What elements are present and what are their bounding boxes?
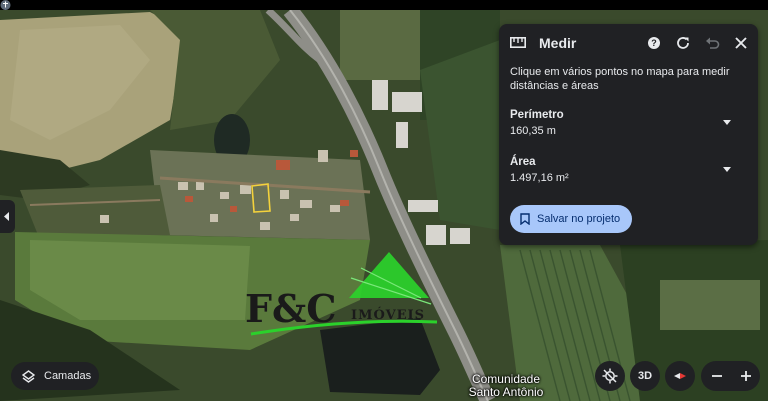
perimeter-label: Perímetro xyxy=(510,109,564,121)
area-label: Área xyxy=(510,156,536,168)
save-button-label: Salvar no projeto xyxy=(537,213,621,225)
chevron-down-icon[interactable] xyxy=(723,120,731,125)
compass-button[interactable] xyxy=(665,361,695,391)
zoom-controls xyxy=(701,361,760,391)
measure-instruction: Clique em vários pontos no mapa para med… xyxy=(510,66,730,92)
church-pin-icon[interactable] xyxy=(0,0,11,13)
zoom-in-button[interactable] xyxy=(731,361,760,391)
watermark-brand: F&C xyxy=(245,286,337,331)
measure-panel: Medir ? Clique em vários pontos no mapa … xyxy=(499,24,758,245)
close-icon[interactable] xyxy=(733,35,749,51)
ruler-icon xyxy=(510,37,526,48)
poi-line-2: Santo Antônio xyxy=(468,385,544,399)
undo-icon[interactable] xyxy=(704,35,720,51)
view-3d-button[interactable]: 3D xyxy=(630,361,660,391)
chevron-down-icon[interactable] xyxy=(723,167,731,172)
compass-icon xyxy=(674,373,686,379)
chevron-left-icon xyxy=(4,212,9,221)
help-icon[interactable]: ? xyxy=(646,35,662,51)
watermark-tagline: IMÓVEIS xyxy=(351,308,426,323)
poi-comunidade-santo-antonio[interactable]: Comunidade Santo Antônio xyxy=(441,373,571,399)
hide-imagery-button[interactable] xyxy=(595,361,625,391)
refresh-icon[interactable] xyxy=(675,35,691,51)
layers-button[interactable]: Camadas xyxy=(11,362,99,390)
svg-text:?: ? xyxy=(651,38,657,48)
bookmark-icon xyxy=(520,213,530,225)
top-edge xyxy=(0,0,768,10)
save-to-project-button[interactable]: Salvar no projeto xyxy=(510,205,632,233)
measure-panel-title: Medir xyxy=(539,35,577,51)
area-value: 1.497,16 m² xyxy=(510,172,569,184)
layers-label: Camadas xyxy=(44,370,92,382)
location-off-icon xyxy=(602,368,618,384)
zoom-out-button[interactable] xyxy=(702,361,731,391)
perimeter-value: 160,35 m xyxy=(510,125,556,137)
expand-side-panel-tab[interactable] xyxy=(0,200,15,233)
view-3d-label: 3D xyxy=(637,370,653,382)
minus-icon xyxy=(711,375,722,377)
watermark-logo: F&C IMÓVEIS xyxy=(241,248,441,340)
measure-panel-header: Medir ? xyxy=(499,24,758,62)
layers-icon xyxy=(22,369,35,383)
plus-icon xyxy=(740,371,751,381)
